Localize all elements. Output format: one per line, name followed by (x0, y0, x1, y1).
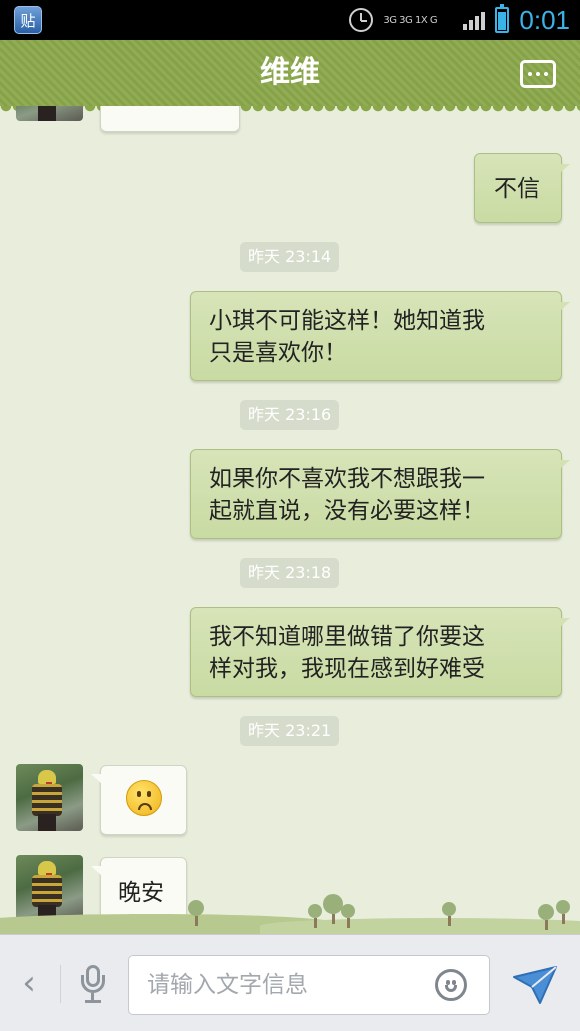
timestamp: 昨天 23:14 (240, 242, 340, 272)
timestamp: 昨天 23:21 (240, 716, 340, 746)
timestamp: 昨天 23:18 (240, 558, 340, 588)
message-input[interactable] (147, 956, 417, 1014)
chat-header: 维维 (0, 40, 580, 112)
message-list[interactable]: 不信 昨天 23:14 小琪不可能这样！她知道我 只是喜欢你！ 昨天 23:16… (0, 106, 580, 934)
message-bubble-incoming[interactable] (91, 765, 187, 835)
message-text-line: 小琪不可能这样！她知道我 (209, 308, 485, 334)
message-bubble-outgoing[interactable]: 如果你不喜欢我不想跟我一 起就直说，没有必要这样！ (190, 449, 570, 539)
chevron-left-icon[interactable]: ‹ (18, 965, 40, 1001)
send-icon[interactable] (512, 963, 558, 1005)
clock: 0:01 (519, 4, 570, 35)
message-bubble-incoming[interactable] (100, 106, 240, 132)
contact-name: 维维 (260, 55, 320, 90)
network-indicator: 3G 3G 1X G (383, 14, 438, 26)
message-text-line: 只是喜欢你！ (209, 340, 347, 366)
sad-face-emoji-icon (125, 780, 162, 816)
message-text-line: 起就直说，没有必要这样！ (209, 498, 485, 524)
timestamp: 昨天 23:16 (240, 400, 340, 430)
background-landscape (0, 890, 580, 934)
app-notification-icon: 贴 (14, 6, 42, 34)
alarm-icon (349, 8, 374, 32)
avatar[interactable] (16, 764, 83, 831)
microphone-icon[interactable] (78, 965, 108, 1005)
avatar[interactable] (16, 106, 83, 121)
message-bubble-outgoing[interactable]: 小琪不可能这样！她知道我 只是喜欢你！ (190, 291, 570, 381)
battery-icon (495, 4, 510, 33)
message-input-box (128, 955, 490, 1015)
status-bar: 贴 3G 3G 1X G 0:01 (0, 0, 580, 40)
message-bubble-outgoing[interactable]: 不信 (474, 153, 570, 223)
message-text-line: 样对我，我现在感到好难受 (209, 656, 485, 682)
signal-icon (463, 10, 486, 30)
smiley-icon[interactable] (435, 969, 467, 1001)
more-menu-icon[interactable] (520, 60, 556, 88)
message-text: 不信 (494, 176, 540, 202)
message-bubble-outgoing[interactable]: 我不知道哪里做错了你要这 样对我，我现在感到好难受 (190, 607, 570, 697)
message-text-line: 如果你不喜欢我不想跟我一 (209, 466, 485, 492)
divider (60, 965, 61, 1003)
message-text-line: 我不知道哪里做错了你要这 (209, 624, 485, 650)
input-bar: ‹ (0, 934, 580, 1031)
status-icons: 3G 3G 1X G 0:01 (349, 0, 570, 40)
